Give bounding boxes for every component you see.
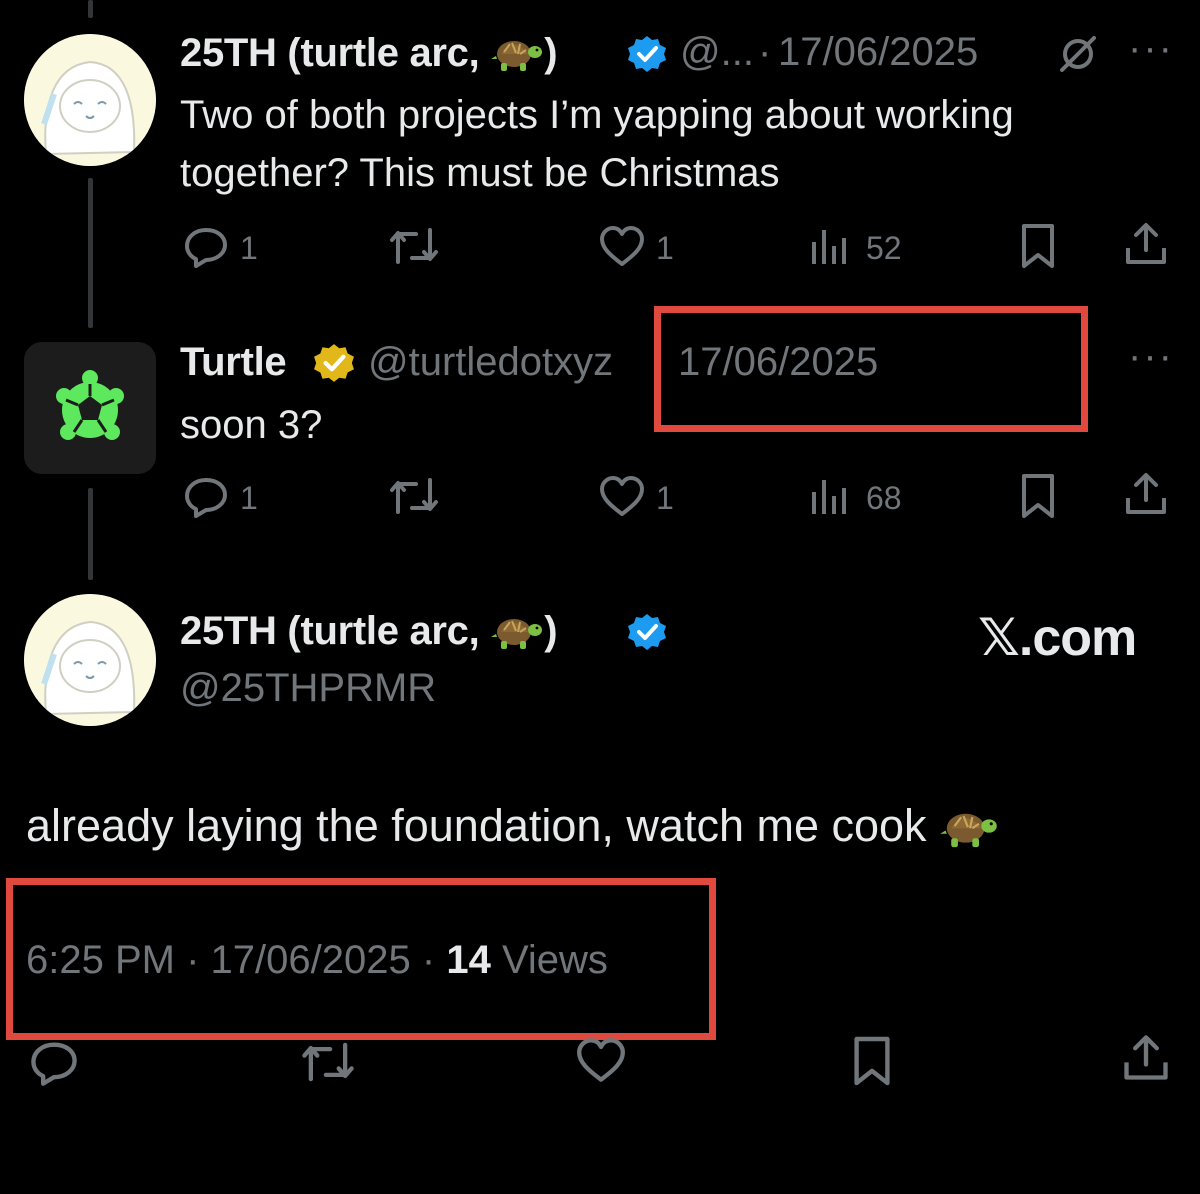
highlight-box-meta [6,878,716,1040]
verified-blue-icon[interactable] [627,612,667,652]
tweet2-reply-count: 1 [240,480,258,516]
turtle-emoji-icon [490,30,544,74]
main-handle[interactable]: @25THPRMR [180,666,436,711]
grok-icon[interactable] [1056,34,1100,74]
tweet2-more-icon[interactable]: ··· [1128,334,1174,379]
verified-gold-icon[interactable] [313,342,355,384]
tweet1-handle[interactable]: @... [680,30,754,75]
tweet2-view-count: 68 [866,480,902,516]
retweet-icon[interactable] [386,472,442,520]
turtle-emoji-icon [939,801,999,851]
share-icon[interactable] [1122,470,1170,518]
views-icon[interactable] [810,476,854,516]
author-name-text: 25TH (turtle arc, [180,609,480,653]
reply-icon[interactable] [182,472,230,520]
tweet1-like-count: 1 [656,230,674,266]
thread-line-2 [88,488,93,580]
like-icon[interactable] [598,224,646,268]
tweet1-more-icon[interactable]: ··· [1128,26,1174,71]
tweet1-text: Two of both projects I’m yapping about w… [180,86,1014,202]
handle-text: @... [680,30,754,74]
author-name-text: 25TH (turtle arc, [180,31,480,75]
avatar-25th[interactable] [24,34,156,166]
bookmark-icon[interactable] [1018,472,1058,520]
turtle-emoji-icon [490,608,544,652]
tweet1-date[interactable]: 17/06/2025 [778,30,978,75]
avatar-image [24,594,156,726]
highlight-box-date [654,306,1088,432]
main-tweet-text: already laying the foundation, watch me … [26,800,999,852]
tweet1-text-line1: Two of both projects I’m yapping about w… [180,93,1014,137]
verified-blue-icon[interactable] [627,34,667,74]
author-name-close: ) [544,31,558,75]
reply-icon[interactable] [182,222,230,270]
tweet2-author-name[interactable]: Turtle [180,340,287,385]
like-icon[interactable] [598,474,646,518]
main-author-name[interactable]: 25TH (turtle arc, ) [180,608,558,654]
bookmark-icon[interactable] [850,1034,894,1088]
share-icon[interactable] [1120,1032,1172,1084]
author-name-close: ) [544,609,558,653]
avatar-turtle[interactable] [24,342,156,474]
thread-line-top [88,0,93,18]
tweet1-view-count: 52 [866,230,902,266]
thread-line-1 [88,178,93,328]
tweet2-text: soon 3? [180,403,323,447]
retweet-icon[interactable] [386,222,442,270]
avatar-image [24,34,156,166]
reply-icon[interactable] [28,1036,80,1088]
tweet1-separator: · [758,30,772,74]
main-tweet-text-content: already laying the foundation, watch me … [26,800,927,851]
tweet1-text-line2: together? This must be Christmas [180,151,780,195]
turtle-logo-icon [56,370,124,440]
tweet1-author-name[interactable]: 25TH (turtle arc, ) [180,30,558,76]
retweet-icon[interactable] [298,1036,358,1088]
like-icon[interactable] [574,1036,628,1084]
tweet2-handle[interactable]: @turtledotxyz [368,340,613,385]
share-icon[interactable] [1122,220,1170,268]
bookmark-icon[interactable] [1018,222,1058,270]
xcom-watermark: 𝕏.com [978,609,1137,667]
views-icon[interactable] [810,226,854,266]
tweet2-like-count: 1 [656,480,674,516]
tweet1-reply-count: 1 [240,230,258,266]
avatar-25th-main[interactable] [24,594,156,726]
